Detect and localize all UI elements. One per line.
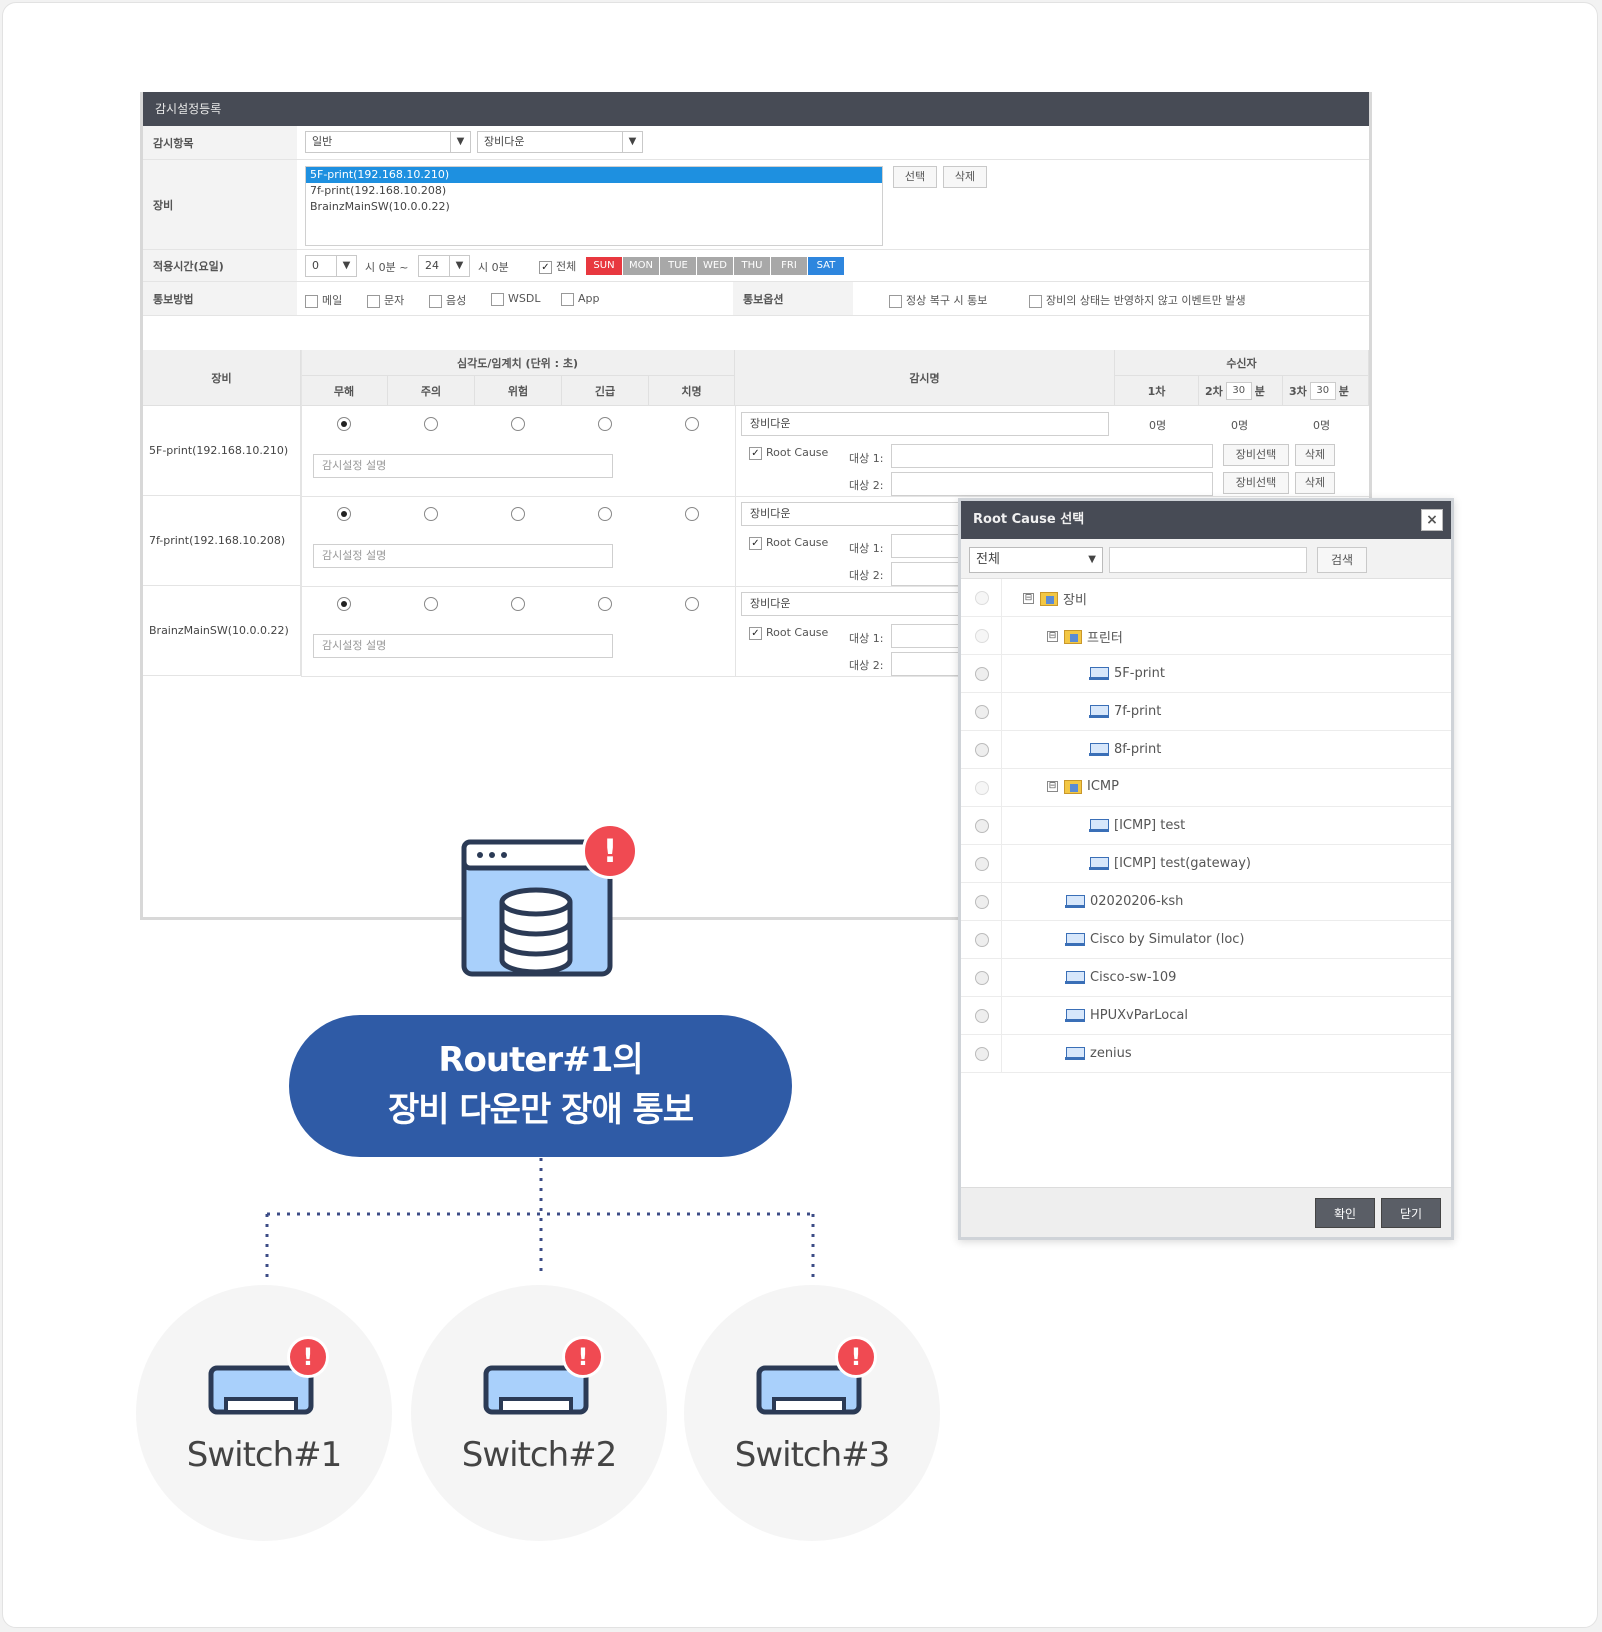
switch-1-node: ! Switch#1 bbox=[136, 1285, 392, 1541]
alert-icon: ! bbox=[287, 1336, 329, 1378]
switch-label: Switch#2 bbox=[461, 1435, 618, 1475]
alert-icon: ! bbox=[835, 1336, 877, 1378]
switch-2-node: ! Switch#2 bbox=[411, 1285, 667, 1541]
switch-label: Switch#1 bbox=[186, 1435, 343, 1475]
alert-icon: ! bbox=[562, 1336, 604, 1378]
switch-3-node: ! Switch#3 bbox=[684, 1285, 940, 1541]
switch-label: Switch#3 bbox=[734, 1435, 891, 1475]
